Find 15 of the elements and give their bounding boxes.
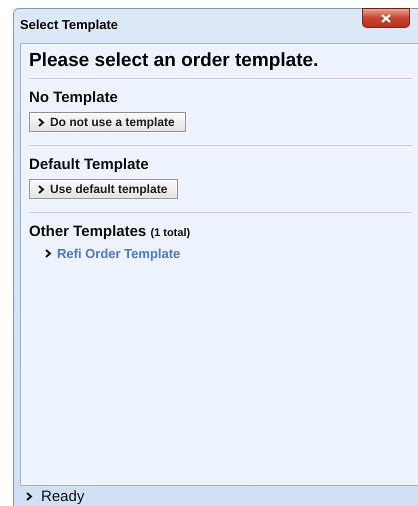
template-button[interactable]: Use default template: [29, 179, 178, 199]
template-link[interactable]: Refi Order Template: [45, 246, 412, 261]
section-title: Default Template: [29, 156, 150, 173]
window-title: Select Template: [20, 16, 118, 32]
close-button[interactable]: [362, 8, 410, 28]
chevron-icon: [45, 249, 52, 258]
section-title: Other Templates (1 total): [29, 223, 192, 240]
template-button[interactable]: Do not use a template: [29, 112, 186, 132]
heading: Please select an order template.: [29, 50, 412, 79]
chevron-icon: [38, 118, 45, 126]
section-title: No Template: [29, 89, 119, 106]
status-text: Ready: [41, 488, 84, 504]
chevron-icon: [38, 184, 45, 194]
close-icon: [381, 14, 391, 22]
chevron-icon: [26, 492, 33, 500]
